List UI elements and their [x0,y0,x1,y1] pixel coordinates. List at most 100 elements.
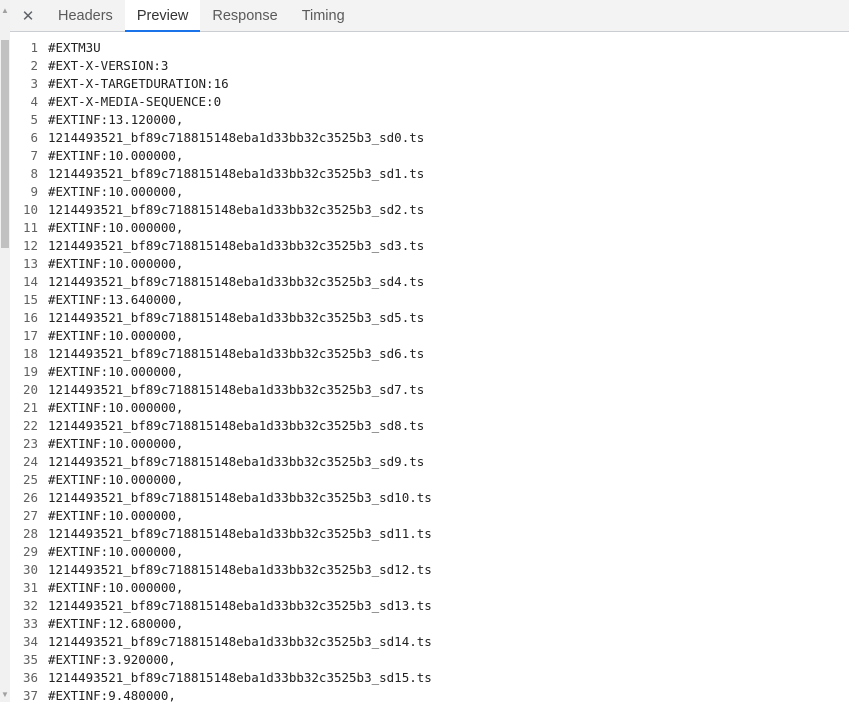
line-text: 1214493521_bf89c718815148eba1d33bb32c352… [48,346,425,361]
code-line: 12 1214493521_bf89c718815148eba1d33bb32c3… [10,237,849,255]
code-line: 37 #EXTINF:9.480000, [10,687,849,702]
code-line: 30 1214493521_bf89c718815148eba1d33bb32c3… [10,561,849,579]
line-number: 30 [22,562,38,577]
line-number: 2 [30,58,38,73]
code-line: 14 1214493521_bf89c718815148eba1d33bb32c3… [10,273,849,291]
line-number: 18 [22,346,38,361]
code-line: 4 #EXT-X-MEDIA-SEQUENCE:0 [10,93,849,111]
line-number: 8 [30,166,38,181]
vertical-scrollbar[interactable]: ▲ ▼ [0,0,10,702]
line-text: 1214493521_bf89c718815148eba1d33bb32c352… [48,526,432,541]
line-number: 4 [30,94,38,109]
line-text: 1214493521_bf89c718815148eba1d33bb32c352… [48,310,425,325]
line-number: 10 [22,202,38,217]
code-line: 6 1214493521_bf89c718815148eba1d33bb32c35… [10,129,849,147]
line-text: 1214493521_bf89c718815148eba1d33bb32c352… [48,454,425,469]
code-view[interactable]: 1 #EXTM3U 2 #EXT-X-VERSION:3 3 #EXT-X-TARGETD… [10,33,849,702]
line-text: #EXT-X-VERSION:3 [48,58,169,73]
scroll-up-arrow-icon[interactable]: ▲ [0,6,10,16]
line-text: 1214493521_bf89c718815148eba1d33bb32c352… [48,130,425,145]
line-number: 34 [22,634,38,649]
tab-response[interactable]: Response [200,0,289,31]
line-text: #EXTINF:10.000000, [48,184,184,199]
scrollbar-thumb[interactable] [1,40,9,248]
code-line: 27 #EXTINF:10.000000, [10,507,849,525]
detail-tab-bar: ✕ Headers Preview Response Timing [10,0,849,32]
code-line: 24 1214493521_bf89c718815148eba1d33bb32c3… [10,453,849,471]
line-text: 1214493521_bf89c718815148eba1d33bb32c352… [48,634,432,649]
line-text: 1214493521_bf89c718815148eba1d33bb32c352… [48,166,425,181]
code-line: 16 1214493521_bf89c718815148eba1d33bb32c3… [10,309,849,327]
code-line: 7 #EXTINF:10.000000, [10,147,849,165]
line-number: 26 [22,490,38,505]
line-text: 1214493521_bf89c718815148eba1d33bb32c352… [48,598,432,613]
line-number: 31 [22,580,38,595]
line-text: #EXTM3U [48,40,101,55]
line-text: #EXTINF:10.000000, [48,508,184,523]
code-line: 9 #EXTINF:10.000000, [10,183,849,201]
line-number: 12 [22,238,38,253]
line-number: 32 [22,598,38,613]
code-line: 31 #EXTINF:10.000000, [10,579,849,597]
line-number: 23 [22,436,38,451]
line-text: #EXTINF:10.000000, [48,148,184,163]
line-number: 17 [22,328,38,343]
line-number: 16 [22,310,38,325]
line-text: #EXTINF:9.480000, [48,688,176,702]
line-number: 5 [30,112,38,127]
line-number: 14 [22,274,38,289]
close-icon[interactable]: ✕ [10,0,46,31]
line-text: 1214493521_bf89c718815148eba1d33bb32c352… [48,562,432,577]
code-line: 8 1214493521_bf89c718815148eba1d33bb32c35… [10,165,849,183]
code-line: 1 #EXTM3U [10,39,849,57]
line-text: #EXT-X-TARGETDURATION:16 [48,76,229,91]
code-line: 18 1214493521_bf89c718815148eba1d33bb32c3… [10,345,849,363]
line-text: 1214493521_bf89c718815148eba1d33bb32c352… [48,202,425,217]
line-text: #EXTINF:3.920000, [48,652,176,667]
line-text: 1214493521_bf89c718815148eba1d33bb32c352… [48,670,432,685]
line-number: 9 [30,184,38,199]
tab-preview[interactable]: Preview [124,0,201,32]
line-text: #EXTINF:10.000000, [48,472,184,487]
line-number: 6 [30,130,38,145]
line-number: 3 [30,76,38,91]
code-line: 5 #EXTINF:13.120000, [10,111,849,129]
code-line: 28 1214493521_bf89c718815148eba1d33bb32c3… [10,525,849,543]
code-line: 26 1214493521_bf89c718815148eba1d33bb32c3… [10,489,849,507]
code-line: 10 1214493521_bf89c718815148eba1d33bb32c3… [10,201,849,219]
line-number: 29 [22,544,38,559]
line-number: 37 [22,688,38,702]
code-line: 2 #EXT-X-VERSION:3 [10,57,849,75]
line-number: 1 [30,40,38,55]
line-number: 33 [22,616,38,631]
code-line: 33 #EXTINF:12.680000, [10,615,849,633]
code-line: 21 #EXTINF:10.000000, [10,399,849,417]
line-text: 1214493521_bf89c718815148eba1d33bb32c352… [48,274,425,289]
preview-panel[interactable]: 1 #EXTM3U 2 #EXT-X-VERSION:3 3 #EXT-X-TARGETD… [10,33,849,702]
line-number: 36 [22,670,38,685]
line-text: #EXTINF:10.000000, [48,400,184,415]
code-line: 3 #EXT-X-TARGETDURATION:16 [10,75,849,93]
code-line: 29 #EXTINF:10.000000, [10,543,849,561]
line-number: 15 [22,292,38,307]
line-text: #EXTINF:10.000000, [48,364,184,379]
line-text: #EXTINF:13.120000, [48,112,184,127]
line-number: 25 [22,472,38,487]
line-number: 13 [22,256,38,271]
line-number: 28 [22,526,38,541]
tab-timing[interactable]: Timing [290,0,357,31]
line-number: 7 [30,148,38,163]
line-text: #EXTINF:10.000000, [48,328,184,343]
code-line: 15 #EXTINF:13.640000, [10,291,849,309]
devtools-network-detail: ▲ ▼ ✕ Headers Preview Response Timing 1 #… [0,0,849,702]
code-line: 35 #EXTINF:3.920000, [10,651,849,669]
line-text: #EXTINF:10.000000, [48,580,184,595]
line-text: 1214493521_bf89c718815148eba1d33bb32c352… [48,382,425,397]
code-line: 34 1214493521_bf89c718815148eba1d33bb32c3… [10,633,849,651]
line-number: 27 [22,508,38,523]
tab-headers[interactable]: Headers [46,0,125,31]
code-line: 36 1214493521_bf89c718815148eba1d33bb32c3… [10,669,849,687]
line-number: 22 [22,418,38,433]
scroll-down-arrow-icon[interactable]: ▼ [0,690,10,700]
code-line: 13 #EXTINF:10.000000, [10,255,849,273]
